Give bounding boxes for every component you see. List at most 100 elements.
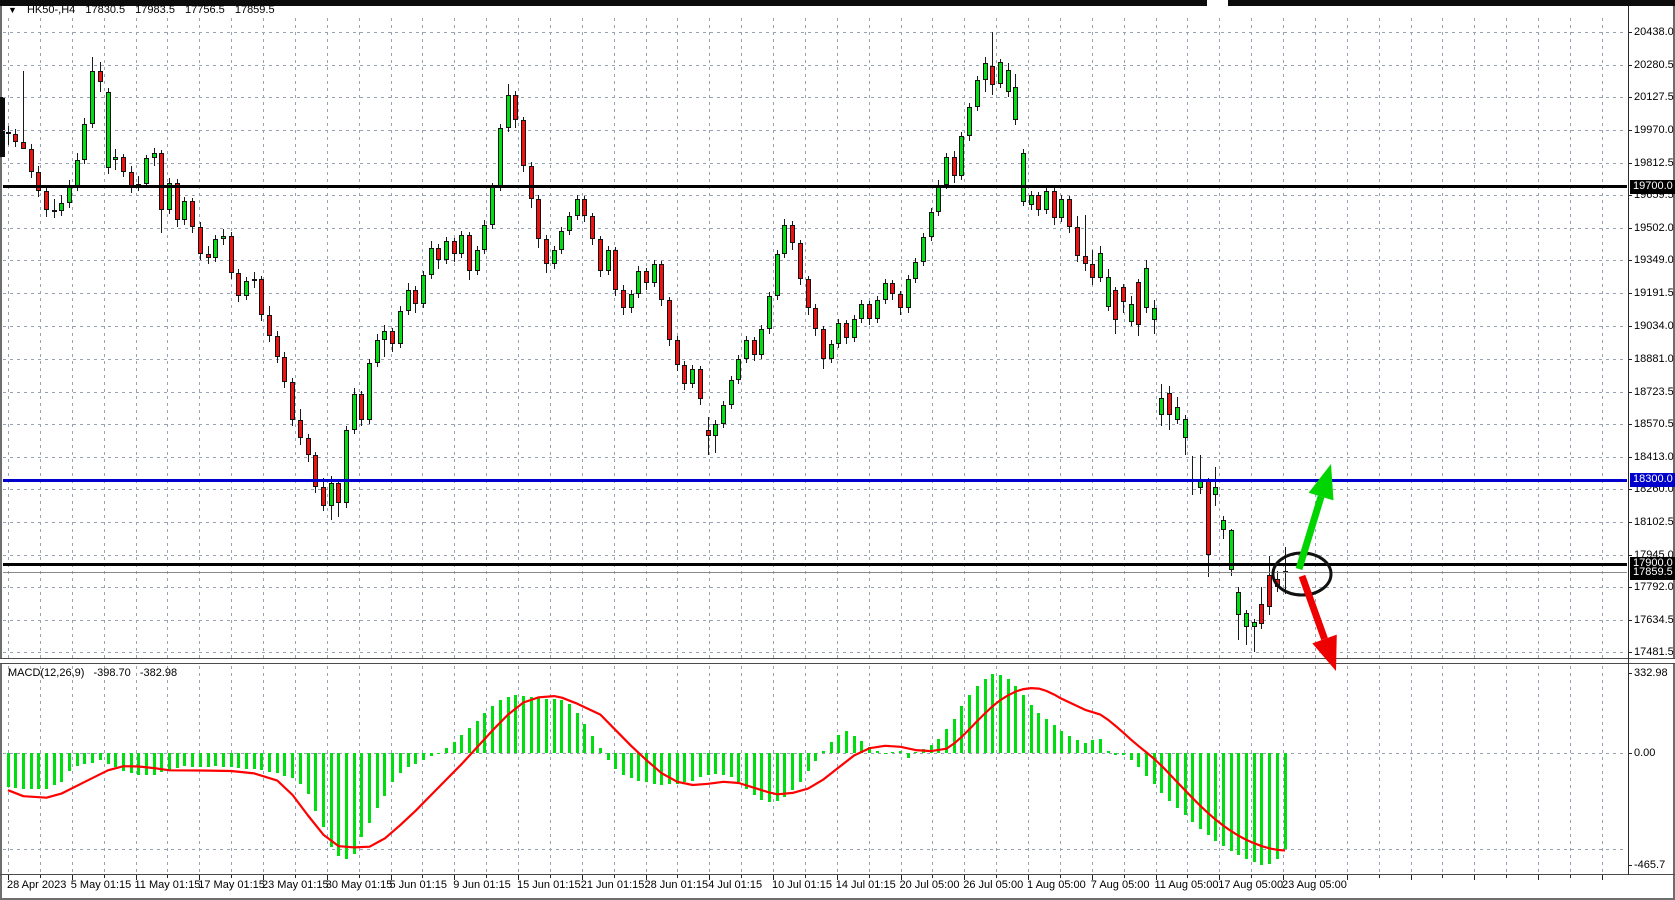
price-level-line[interactable]	[3, 185, 1627, 188]
vertical-gridline	[1602, 666, 1603, 874]
macd-histogram-bar	[1130, 753, 1133, 760]
macd-histogram-bar	[814, 753, 817, 761]
price-tick-label: 17634.5	[1634, 614, 1675, 627]
time-tick-label: 15 Jun 01:15	[517, 879, 581, 891]
macd-name-label: MACD(12,26,9)	[8, 667, 84, 679]
macd-histogram-bar	[214, 753, 217, 766]
candle-body	[221, 236, 226, 239]
candle-body	[429, 248, 434, 275]
bearish-arrow-icon-shaft[interactable]	[1302, 576, 1325, 639]
candle-body	[467, 235, 472, 271]
vertical-gridline	[422, 666, 423, 874]
candle-body	[798, 243, 803, 279]
time-tick-label: 14 Jul 01:15	[836, 879, 896, 891]
vertical-gridline	[1028, 666, 1029, 874]
candle-body	[629, 294, 634, 309]
macd-histogram-bar	[822, 751, 825, 753]
candle-body	[1159, 398, 1164, 415]
candle-body	[644, 271, 649, 284]
time-tick-mark	[1474, 875, 1475, 880]
horizontal-gridline	[3, 489, 1627, 490]
price-level-line[interactable]	[3, 563, 1627, 566]
candle-body	[1052, 191, 1057, 218]
candle-body	[13, 134, 18, 141]
macd-histogram-bar	[760, 753, 763, 800]
vertical-gridline	[327, 666, 328, 874]
candle-body	[959, 136, 964, 176]
vertical-gridline	[518, 666, 519, 874]
macd-histogram-bar	[260, 753, 263, 770]
candle-body	[1267, 575, 1272, 607]
candle-body	[1029, 195, 1034, 205]
candle-body	[244, 281, 249, 296]
symbol-dropdown-icon[interactable]: ▼	[8, 5, 17, 15]
candle-body	[1144, 268, 1149, 308]
macd-histogram-bar	[1276, 753, 1279, 859]
candle-body	[990, 66, 995, 85]
candle-body	[744, 340, 749, 359]
candle-body	[236, 273, 241, 296]
macd-histogram-bar	[176, 753, 179, 768]
price-tag: 18300.0	[1630, 473, 1675, 487]
candle-body	[975, 80, 980, 107]
candle-body	[667, 300, 672, 340]
macd-histogram-bar	[1037, 713, 1040, 753]
macd-histogram-bar	[137, 753, 140, 775]
time-tick-label: 28 Jun 01:15	[645, 879, 709, 891]
candle-body	[382, 331, 387, 339]
candle-body	[1213, 487, 1218, 495]
highlight-ellipse[interactable]	[1273, 553, 1331, 595]
vertical-gridline	[1379, 666, 1380, 874]
candle-body	[275, 336, 280, 357]
panel-separator-top-line[interactable]	[0, 658, 1675, 659]
candle-body	[952, 157, 957, 176]
macd-histogram-bar	[145, 753, 148, 775]
candle-body	[1167, 393, 1172, 415]
candle-body	[75, 160, 80, 187]
macd-histogram-bar	[53, 753, 56, 785]
candle-body	[67, 187, 72, 203]
bullish-arrow-icon-head[interactable]	[1309, 464, 1334, 500]
candle-wick	[23, 71, 24, 149]
macd-histogram-bar	[222, 753, 225, 767]
macd-histogram-bar	[668, 753, 671, 784]
vertical-gridline	[231, 666, 232, 874]
macd-histogram-bar	[845, 731, 848, 753]
vertical-gridline	[1315, 666, 1316, 874]
candle-body	[613, 250, 618, 290]
macd-histogram-bar	[737, 753, 740, 782]
horizontal-gridline	[3, 555, 1627, 556]
vertical-gridline	[167, 666, 168, 874]
macd-histogram-bar	[568, 704, 571, 753]
horizontal-gridline	[3, 587, 1627, 588]
candle-body	[436, 248, 441, 261]
candle-body	[844, 323, 849, 338]
macd-histogram-bar	[353, 753, 356, 854]
candle-body	[106, 92, 111, 168]
candle-body	[321, 487, 326, 506]
vertical-gridline	[964, 666, 965, 874]
vertical-gridline	[263, 666, 264, 874]
macd-histogram-bar	[68, 753, 71, 771]
bullish-arrow-icon-shaft[interactable]	[1299, 497, 1321, 569]
macd-histogram-bar	[968, 695, 971, 753]
time-tick-label: 23 May 01:15	[262, 879, 329, 891]
price-tick-label: 19034.0	[1634, 320, 1675, 333]
candle-body	[159, 153, 164, 210]
candle-body	[1183, 419, 1188, 438]
macd-tick-label: -465.7	[1634, 859, 1675, 872]
macd-histogram-bar	[276, 753, 279, 773]
macd-histogram-bar	[868, 747, 871, 753]
time-tick-label: 21 Jun 01:15	[581, 879, 645, 891]
time-tick-mark	[359, 875, 360, 878]
macd-histogram-bar	[937, 739, 940, 753]
macd-histogram-bar	[383, 753, 386, 796]
horizontal-gridline	[3, 228, 1627, 229]
macd-histogram-bar	[560, 700, 563, 753]
price-level-line[interactable]	[3, 572, 1627, 573]
macd-histogram-bar	[522, 696, 525, 753]
time-tick-mark	[741, 875, 742, 878]
price-level-line[interactable]	[3, 479, 1627, 482]
candle-wick	[1192, 456, 1193, 495]
candle-body	[6, 132, 11, 134]
